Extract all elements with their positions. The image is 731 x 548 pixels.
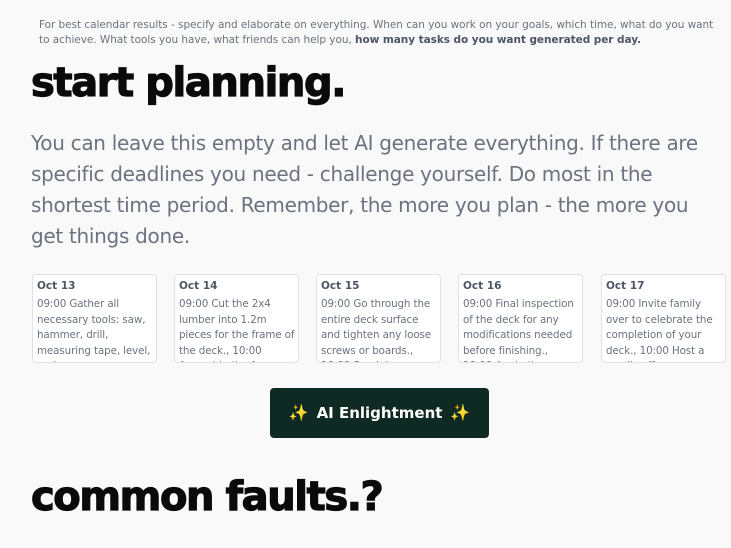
calendar-day-card[interactable]: Oct 17 09:00 Invite family over to celeb…	[601, 274, 726, 363]
calendar-day-tasks: 09:00 Invite family over to celebrate th…	[606, 298, 713, 362]
calendar-day-tasks: 09:00 Go through the entire deck surface…	[321, 298, 432, 362]
calendar-day-tasks: 09:00 Cut the 2x4 lumber into 1.2m piece…	[179, 298, 295, 362]
calendar-day-card[interactable]: Oct 14 09:00 Cut the 2x4 lumber into 1.2…	[174, 274, 299, 363]
ai-enlightment-label: AI Enlightment	[316, 404, 443, 422]
calendar-day-date: Oct 13	[37, 280, 76, 292]
common-faults-heading: common faults.?	[30, 473, 384, 520]
calendar-day-card[interactable]: Oct 16 09:00 Final inspection of the dec…	[458, 274, 583, 363]
planning-description: You can leave this empty and let AI gene…	[31, 131, 698, 248]
calendar-day-card[interactable]: Oct 13 09:00 Gather all necessary tools:…	[32, 274, 157, 363]
planning-hint-emphasis: how many tasks do you want generated per…	[355, 33, 641, 46]
calendar-day-date: Oct 16	[463, 280, 502, 292]
sparkles-icon: ✨	[288, 403, 309, 422]
start-planning-heading: start planning.	[30, 59, 347, 106]
calendar-day-date: Oct 17	[606, 280, 645, 292]
ai-enlightment-button[interactable]: ✨ AI Enlightment ✨	[270, 388, 489, 438]
calendar-day-tasks: 09:00 Final inspection of the deck for a…	[463, 298, 574, 362]
calendar-day-date: Oct 14	[179, 280, 218, 292]
calendar-preview: Oct 13 09:00 Gather all necessary tools:…	[32, 274, 731, 366]
sparkles-icon: ✨	[450, 403, 471, 422]
calendar-day-tasks: 09:00 Gather all necessary tools: saw, h…	[37, 298, 151, 362]
calendar-day-card[interactable]: Oct 15 09:00 Go through the entire deck …	[316, 274, 441, 363]
calendar-day-date: Oct 15	[321, 280, 360, 292]
planning-hint: For best calendar results - specify and …	[39, 18, 719, 48]
